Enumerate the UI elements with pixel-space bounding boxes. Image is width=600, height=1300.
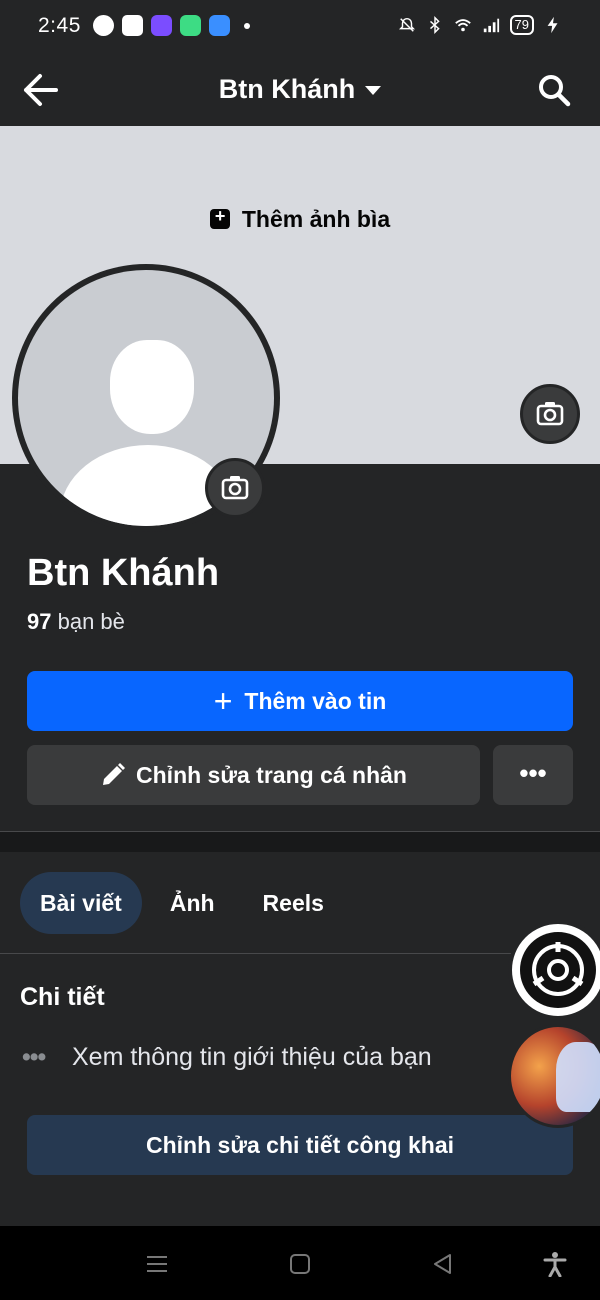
caret-down-icon [365, 86, 382, 96]
chat-head-bubble[interactable] [508, 920, 600, 1020]
add-to-story-button[interactable]: + Thêm vào tin [27, 671, 573, 731]
emblem-icon [532, 942, 584, 996]
app-header: Btn Khánh [0, 54, 600, 126]
camera-icon [536, 402, 564, 426]
system-indicators: 79 [398, 15, 562, 35]
add-to-story-label: Thêm vào tin [244, 688, 387, 714]
friends-count: 97 [27, 609, 52, 634]
back-nav-icon[interactable] [430, 1251, 456, 1277]
wifi-icon [454, 19, 471, 32]
notification-icons [93, 15, 250, 36]
status-time: 2:45 [38, 14, 81, 37]
recent-apps-icon[interactable] [144, 1251, 170, 1277]
chat-head-avatar [520, 932, 596, 1008]
edit-public-details-label: Chỉnh sửa chi tiết công khai [145, 1132, 455, 1158]
intro-text: Xem thông tin giới thiệu của bạn [72, 1043, 432, 1071]
header-title: Btn Khánh [218, 74, 356, 104]
browser-notification-icon [209, 15, 230, 36]
more-dots-icon: ••• [519, 758, 547, 788]
tab-posts[interactable]: Bài viết [20, 872, 142, 934]
app-notification-icon [151, 15, 172, 36]
friends-count-link[interactable]: 97 bạn bè [27, 609, 125, 635]
signal-icon [483, 18, 499, 33]
tab-photos[interactable]: Ảnh [150, 872, 235, 934]
plus-icon: + [213, 683, 233, 719]
grid-notification-icon [180, 15, 201, 36]
chat-head-avatar [556, 1042, 600, 1112]
more-notifications-icon [244, 22, 250, 29]
section-gap [0, 832, 600, 852]
friends-label: bạn bè [57, 609, 125, 634]
battery-indicator: 79 [509, 15, 534, 35]
messenger-notification-icon [93, 15, 114, 36]
profile-tabs: Bài viết Ảnh Reels [20, 872, 344, 934]
accessibility-icon[interactable] [542, 1251, 568, 1277]
intro-link[interactable]: ••• Xem thông tin giới thiệu của bạn [22, 1043, 432, 1072]
more-dots-icon: ••• [22, 1043, 46, 1071]
avatar-placeholder-head [110, 340, 194, 434]
bluetooth-icon [429, 16, 440, 34]
edit-public-details-button[interactable]: Chỉnh sửa chi tiết công khai [27, 1115, 573, 1175]
details-title: Chi tiết [20, 983, 105, 1011]
chat-head-bubble[interactable] [508, 1024, 600, 1128]
more-options-button[interactable]: ••• [493, 745, 573, 805]
avatar-camera-button[interactable] [205, 458, 265, 518]
header-title-button[interactable]: Btn Khánh [0, 74, 600, 105]
edit-profile-button[interactable]: Chỉnh sửa trang cá nhân [27, 745, 480, 805]
cover-camera-button[interactable] [520, 384, 580, 444]
edit-profile-label: Chỉnh sửa trang cá nhân [136, 762, 407, 788]
add-cover-button[interactable]: Thêm ảnh bìa [0, 206, 600, 233]
charging-icon [547, 16, 558, 34]
tab-reels[interactable]: Reels [243, 872, 344, 934]
search-icon[interactable] [536, 72, 572, 108]
add-cover-label: Thêm ảnh bìa [241, 206, 391, 232]
home-icon[interactable] [287, 1251, 313, 1277]
video-notification-icon [122, 15, 143, 36]
profile-name: Btn Khánh [27, 552, 220, 594]
mute-icon [398, 17, 415, 32]
add-photo-icon [209, 206, 230, 229]
system-navigation-bar [0, 1226, 600, 1300]
status-bar: 2:45 79 [0, 0, 600, 54]
pencil-icon [103, 763, 126, 785]
camera-icon [221, 476, 249, 500]
